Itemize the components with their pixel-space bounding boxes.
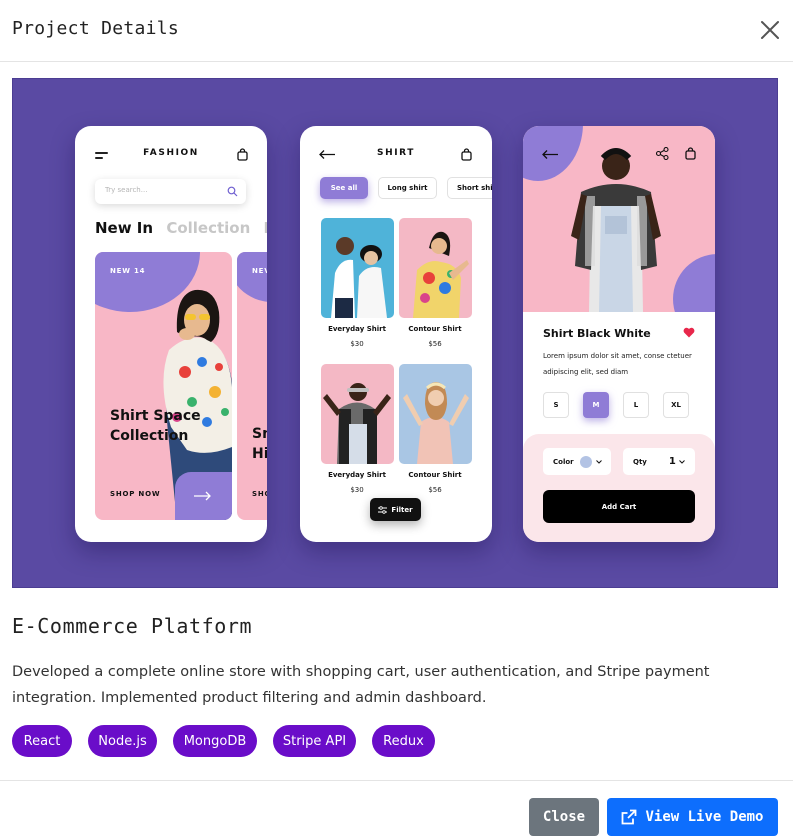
product-name-1: Everyday Shirt — [328, 325, 386, 333]
chip-short-shirt: Short shir — [447, 177, 492, 199]
size-option-s: S — [543, 392, 569, 418]
category-tabs: New In Collection De — [95, 219, 267, 237]
close-icon[interactable] — [758, 18, 782, 42]
card2-cta: SHO — [252, 490, 267, 498]
card2-text-1: Sn — [252, 426, 267, 442]
tag-mongodb: MongoDB — [173, 725, 257, 757]
promo-card: NEW 14 Shirt Space Collection SHOP NOW — [95, 252, 232, 520]
chip-long-shirt: Long shirt — [378, 177, 437, 199]
tab-partial: De — [264, 219, 267, 237]
product-image-1 — [321, 218, 394, 318]
product-price-3: $30 — [350, 486, 364, 494]
product-price-4: $56 — [428, 486, 442, 494]
product-image-2 — [399, 218, 472, 318]
tab-new-in: New In — [95, 219, 154, 237]
heart-icon — [683, 327, 695, 338]
detail-blob-bottom — [673, 254, 715, 312]
tag-nodejs: Node.js — [88, 725, 157, 757]
tag-stripe-api: Stripe API — [273, 725, 356, 757]
tag-redux: Redux — [372, 725, 435, 757]
arrow-right-icon — [194, 491, 211, 501]
project-title: E-Commerce Platform — [12, 614, 253, 638]
product-name-2: Contour Shirt — [408, 325, 462, 333]
product-name: Shirt Black White — [543, 327, 651, 340]
shop-now-link: SHOP NOW — [110, 490, 161, 498]
card-badge: NEW 14 — [110, 267, 146, 275]
bag-icon — [685, 147, 696, 160]
chip-see-all: See all — [320, 177, 368, 199]
modal-header: Project Details — [0, 0, 793, 62]
product-description: Lorem ipsum dolor sit amet, conse ctetue… — [543, 352, 692, 376]
filter-label: Filter — [391, 505, 413, 514]
card2-badge: NEV — [252, 267, 267, 275]
view-live-demo-label: View Live Demo — [645, 809, 764, 825]
size-option-xl: XL — [663, 392, 689, 418]
card-headline: Shirt Space Collection — [110, 408, 201, 444]
project-image: FASHION Try search... New In Collection … — [12, 78, 778, 588]
close-button[interactable]: Close — [529, 798, 599, 836]
chevron-down-icon — [595, 459, 602, 464]
product-image-3 — [321, 364, 394, 464]
search-field: Try search... — [95, 179, 246, 204]
size-option-l: L — [623, 392, 649, 418]
promo-card-partial: NEV Sn Hi SHO — [237, 252, 267, 520]
color-select: Color — [543, 448, 611, 475]
modal-footer: Close View Live Demo — [0, 780, 793, 836]
product-image-4 — [399, 364, 472, 464]
share-icon — [656, 147, 669, 160]
card2-blob — [237, 252, 267, 302]
product-name-3: Everyday Shirt — [328, 471, 386, 479]
model-figure — [571, 148, 661, 312]
modal-title: Project Details — [12, 18, 180, 39]
search-icon — [227, 186, 238, 197]
card-arrow-button — [175, 472, 232, 520]
color-label: Color — [553, 457, 574, 466]
cart-panel: Color Qty 1 Add Cart — [523, 434, 715, 542]
qty-value: 1 — [668, 456, 676, 467]
color-swatch — [579, 455, 592, 468]
sliders-icon — [378, 505, 388, 514]
qty-select: Qty 1 — [623, 448, 695, 475]
product-price-2: $56 — [428, 340, 442, 348]
phone-mockup-detail: Shirt Black White Lorem ipsum dolor sit … — [523, 126, 715, 542]
view-live-demo-button[interactable]: View Live Demo — [607, 798, 778, 836]
back-arrow-icon — [542, 150, 558, 159]
tag-react: React — [12, 725, 72, 757]
project-description: Developed a complete online store with s… — [12, 664, 710, 706]
product-price-1: $30 — [350, 340, 364, 348]
add-cart-button: Add Cart — [543, 490, 695, 523]
size-option-m: M — [583, 392, 609, 418]
bag-icon — [461, 148, 472, 161]
phone-mockup-home: FASHION Try search... New In Collection … — [75, 126, 267, 542]
search-placeholder: Try search... — [105, 186, 148, 194]
filter-button: Filter — [370, 498, 421, 521]
qty-label: Qty — [633, 457, 647, 466]
detail-hero — [523, 126, 715, 312]
card2-text-2: Hi — [252, 446, 267, 462]
chevron-down-icon — [678, 459, 685, 464]
phone-mockup-listing: SHIRT See all Long shirt Short shir — [300, 126, 492, 542]
bag-icon — [237, 148, 248, 161]
tab-collection: Collection — [166, 219, 251, 237]
product-name-4: Contour Shirt — [408, 471, 462, 479]
external-link-icon — [622, 809, 637, 825]
